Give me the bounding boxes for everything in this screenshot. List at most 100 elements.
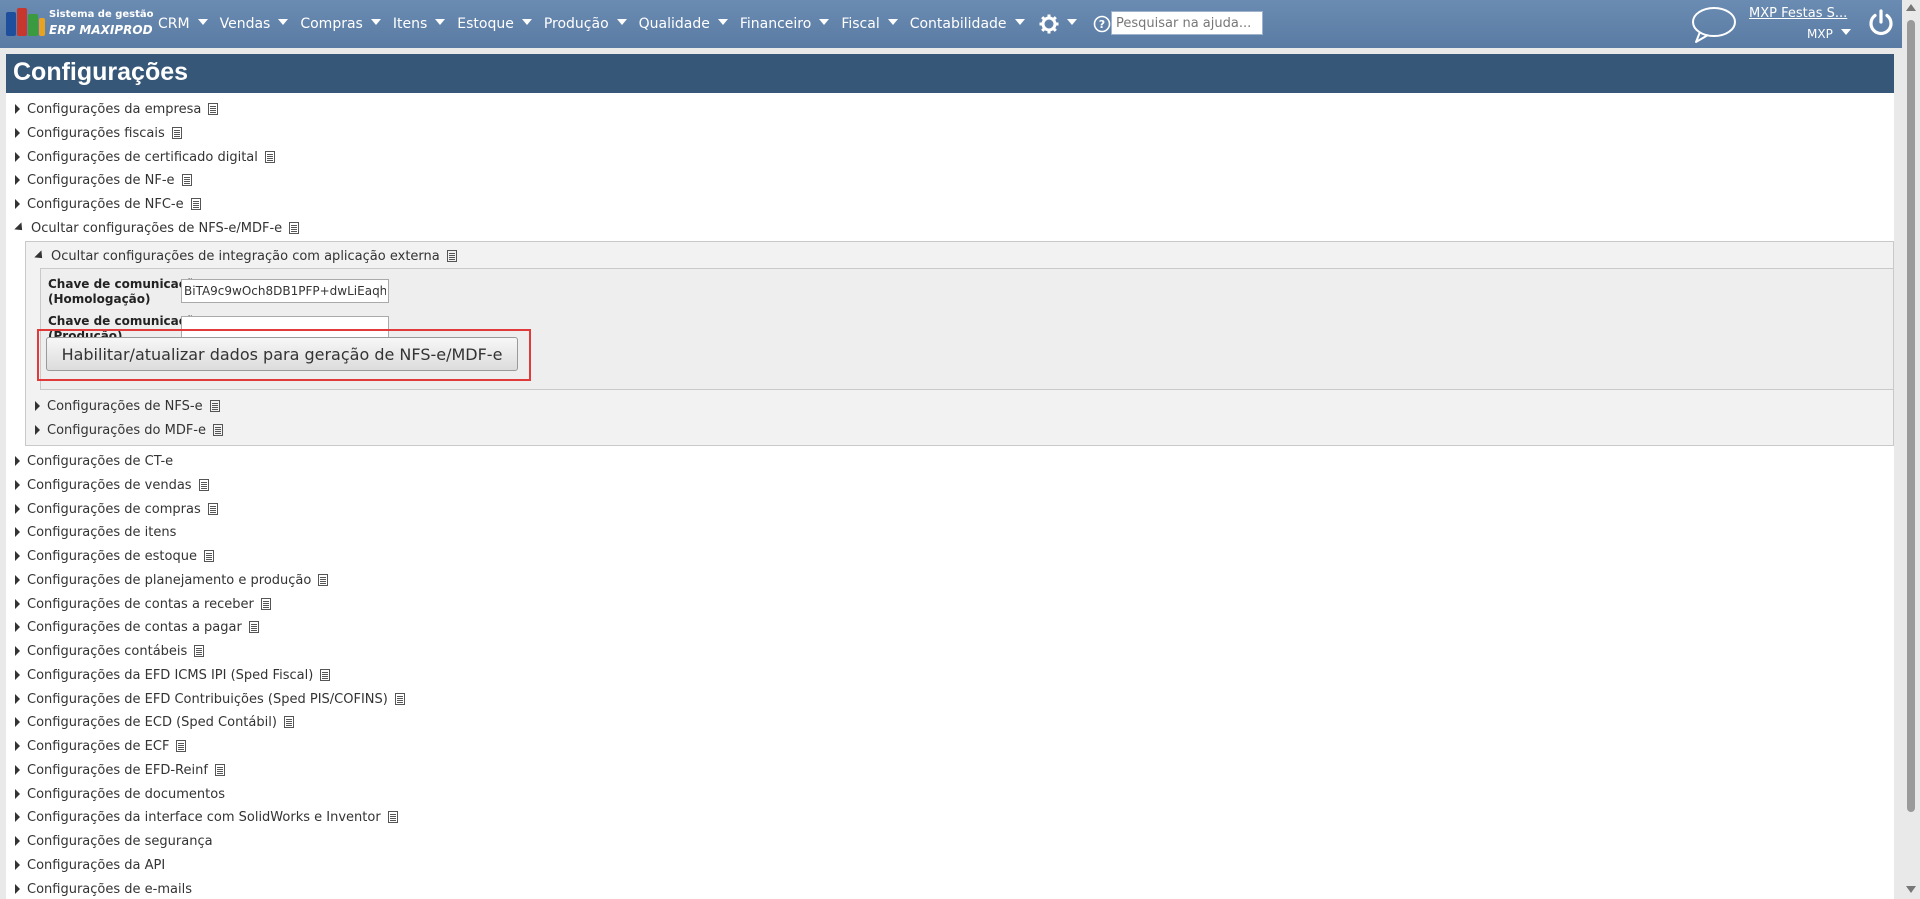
menu-settings[interactable] xyxy=(1037,14,1077,34)
menu-estoque[interactable]: Estoque xyxy=(457,16,532,32)
menu-itens[interactable]: Itens xyxy=(392,16,446,32)
tree-item-contas-pagar[interactable]: Configurações de contas a pagar xyxy=(15,616,259,638)
tree-item-contabeis[interactable]: Configurações contábeis xyxy=(15,640,205,662)
document-icon[interactable] xyxy=(208,103,219,115)
tree-item-cte[interactable]: Configurações de CT-e xyxy=(15,450,173,472)
tree-item-documentos[interactable]: Configurações de documentos xyxy=(15,783,225,805)
menu-crm[interactable]: CRM xyxy=(158,16,208,32)
tree-item-label: Configurações da interface com SolidWork… xyxy=(27,809,381,825)
expand-arrow-icon xyxy=(15,694,20,704)
vertical-scrollbar[interactable] xyxy=(1902,0,1920,899)
chat-icon[interactable] xyxy=(1690,5,1738,45)
menu-fiscal[interactable]: Fiscal xyxy=(841,16,898,32)
tree-item-vendas[interactable]: Configurações de vendas xyxy=(15,474,209,496)
logo-bar-blue xyxy=(6,12,16,36)
chevron-down-icon xyxy=(717,19,728,25)
tree-item-certificado[interactable]: Configurações de certificado digital xyxy=(15,146,275,168)
tree-item-label: Configurações de itens xyxy=(27,524,177,540)
homologation-key-input[interactable] xyxy=(181,279,389,303)
document-icon[interactable] xyxy=(181,174,192,186)
help-search-input[interactable] xyxy=(1111,11,1263,35)
erp-logo[interactable]: Sistema de gestão ERP MAXIPROD xyxy=(6,6,154,40)
tree-item-emails[interactable]: Configurações de e-mails xyxy=(15,878,192,899)
menu-compras[interactable]: Compras xyxy=(300,16,381,32)
expand-arrow-icon xyxy=(15,128,20,138)
document-icon[interactable] xyxy=(283,716,294,728)
company-label: MXP xyxy=(1807,27,1833,41)
expand-arrow-icon xyxy=(15,480,20,490)
tree-item-label: Configurações de contas a receber xyxy=(27,596,254,612)
tree-item-seguranca[interactable]: Configurações de segurança xyxy=(15,830,213,852)
document-icon[interactable] xyxy=(207,503,218,515)
logo-line2: ERP MAXIPROD xyxy=(49,23,153,37)
tree-item-fiscais[interactable]: Configurações fiscais xyxy=(15,122,182,144)
logo-bar-yellow xyxy=(39,18,45,36)
document-icon[interactable] xyxy=(260,598,271,610)
expand-arrow-icon xyxy=(15,646,20,656)
tree-item-solidworks[interactable]: Configurações da interface com SolidWork… xyxy=(15,806,398,828)
tree-item-nfse[interactable]: Configurações de NFS-e xyxy=(35,395,220,417)
expand-arrow-icon xyxy=(35,425,40,435)
tree-item-itens[interactable]: Configurações de itens xyxy=(15,521,176,543)
document-icon[interactable] xyxy=(203,550,214,562)
document-icon[interactable] xyxy=(214,764,225,776)
svg-text:?: ? xyxy=(1098,18,1104,31)
document-icon[interactable] xyxy=(320,669,331,681)
document-icon[interactable] xyxy=(213,424,223,436)
enable-update-nfse-button[interactable]: Habilitar/atualizar dados para geração d… xyxy=(46,337,518,371)
menu-label: Estoque xyxy=(457,16,514,32)
tree-item-nfe[interactable]: Configurações de NF-e xyxy=(15,169,192,191)
tree-item-mdfe[interactable]: Configurações do MDF-e xyxy=(35,419,223,441)
power-icon[interactable] xyxy=(1866,8,1896,38)
menu-label: Itens xyxy=(392,16,428,32)
document-icon[interactable] xyxy=(248,621,259,633)
expand-arrow-icon xyxy=(15,175,20,185)
document-icon[interactable] xyxy=(194,645,205,657)
expand-arrow-icon xyxy=(15,104,20,114)
scroll-down-arrow-icon[interactable] xyxy=(1906,886,1916,893)
document-icon[interactable] xyxy=(387,811,398,823)
integration-toggle[interactable]: Ocultar configurações de integração com … xyxy=(34,245,457,267)
menu-financeiro[interactable]: Financeiro xyxy=(740,16,830,32)
scroll-up-arrow-icon[interactable] xyxy=(1906,4,1916,11)
document-icon[interactable] xyxy=(198,479,209,491)
tree-item-label: Configurações de estoque xyxy=(27,548,197,564)
tree-item-compras[interactable]: Configurações de compras xyxy=(15,498,218,520)
document-icon[interactable] xyxy=(264,151,275,163)
document-icon[interactable] xyxy=(209,400,220,412)
tree-item-label: Configurações contábeis xyxy=(27,643,188,659)
document-icon[interactable] xyxy=(176,740,187,752)
tree-item-nfse-mdfe-toggle[interactable]: Ocultar configurações de NFS-e/MDF-e xyxy=(14,217,300,239)
menu-contabilidade[interactable]: Contabilidade xyxy=(910,16,1025,32)
document-icon[interactable] xyxy=(289,222,300,234)
user-name-link[interactable]: MXP Festas S... xyxy=(1749,6,1847,21)
tree-item-ecd[interactable]: Configurações de ECD (Sped Contábil) xyxy=(15,711,294,733)
tree-item-label: Configurações de contas a pagar xyxy=(27,619,242,635)
document-icon[interactable] xyxy=(171,127,182,139)
document-icon[interactable] xyxy=(190,198,201,210)
menu-vendas[interactable]: Vendas xyxy=(220,16,289,32)
tree-item-efd-reinf[interactable]: Configurações de EFD-Reinf xyxy=(15,759,225,781)
tree-item-api[interactable]: Configurações da API xyxy=(15,854,165,876)
scrollbar-thumb[interactable] xyxy=(1907,20,1915,812)
tree-item-empresa[interactable]: Configurações da empresa xyxy=(15,98,219,120)
tree-item-estoque[interactable]: Configurações de estoque xyxy=(15,545,214,567)
page-title: Configurações xyxy=(13,58,189,86)
menu-producao[interactable]: Produção xyxy=(544,16,627,32)
menu-qualidade[interactable]: Qualidade xyxy=(639,16,728,32)
tree-item-efd-icms-ipi[interactable]: Configurações da EFD ICMS IPI (Sped Fisc… xyxy=(15,664,331,686)
document-icon[interactable] xyxy=(318,574,329,586)
chevron-down-icon xyxy=(197,19,208,25)
document-icon[interactable] xyxy=(394,693,405,705)
tree-item-ecf[interactable]: Configurações de ECF xyxy=(15,735,187,757)
help-icon: ? xyxy=(1093,15,1110,33)
tree-item-nfce[interactable]: Configurações de NFC-e xyxy=(15,193,201,215)
company-selector[interactable]: MXP xyxy=(1807,27,1851,41)
tree-item-planejamento[interactable]: Configurações de planejamento e produção xyxy=(15,569,329,591)
tree-item-contas-receber[interactable]: Configurações de contas a receber xyxy=(15,593,271,615)
settings-panel: Configurações Configurações da empresa C… xyxy=(6,54,1894,899)
expand-arrow-icon xyxy=(15,884,20,894)
document-icon[interactable] xyxy=(446,250,457,262)
tree-item-efd-contribuicoes[interactable]: Configurações de EFD Contribuições (Sped… xyxy=(15,688,405,710)
homologation-key-label: Chave de comunicação (Homologação) xyxy=(48,277,202,307)
